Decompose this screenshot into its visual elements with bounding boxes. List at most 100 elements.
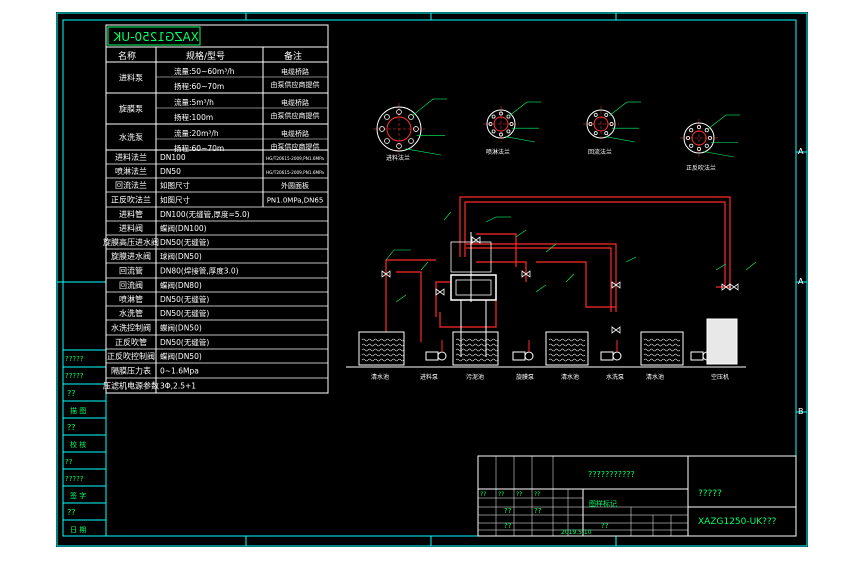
table-cell-spec: DN50(无缝管) — [160, 237, 209, 247]
stamp-text: ????? — [65, 355, 84, 363]
table-cell-spec: 蝶阀(DN100) — [160, 223, 207, 233]
process-diagram — [346, 196, 757, 368]
table-cell-name: 进料泵 — [119, 73, 143, 83]
table-cell-note: 电缆桥路 — [281, 98, 309, 107]
small-mark: ?? — [516, 491, 522, 498]
table-cell-note: 由泵供应商提供 — [271, 80, 320, 89]
valve — [729, 283, 739, 291]
table-cell-spec: 蝶阀(DN80) — [160, 280, 202, 290]
table-cell-spec: 如图尺寸 — [160, 180, 190, 190]
table-cell-name: 水洗泵 — [119, 132, 143, 142]
table-cell-name: 喷淋管 — [119, 294, 143, 304]
small-mark: ?? — [498, 491, 504, 498]
small-mark: ?? — [534, 491, 540, 498]
table-cell-note: HG/T20615-2009,PN1.6MPa — [266, 170, 324, 175]
table-cell-name: 进料阀 — [119, 223, 143, 233]
table-cell-spec: DN100(无缝管,厚度=5.0) — [160, 209, 250, 219]
flange-drawing — [680, 114, 740, 158]
table-header: 名称 — [118, 50, 136, 62]
border-letter: A — [798, 277, 804, 286]
table-cell-spec: DN50(无缝管) — [160, 308, 209, 318]
table-cell-name: 旋膜高压进水阀 — [103, 237, 159, 247]
table-cell-note: HG/T20615-2009,PN1.6MPa — [266, 156, 324, 161]
table-cell-spec: DN100 — [160, 153, 186, 162]
table-cell-note: PN1.0MPa,DN65 — [267, 197, 324, 205]
table-cell-name: 水洗管 — [119, 308, 143, 318]
equipment-label: 水洗泵 — [606, 373, 624, 381]
flange-label: 进料法兰 — [386, 154, 410, 162]
table-cell-name: 隔膜压力表 — [111, 366, 151, 376]
table-header: 规格/型号 — [186, 50, 225, 62]
equipment-label: 清水池 — [646, 373, 664, 381]
flange-drawing — [483, 101, 541, 143]
table-cell-spec: DN50 — [160, 167, 181, 176]
water-tank — [545, 331, 589, 366]
stamp-text: 描 图 — [70, 406, 86, 415]
table-cell-spec: 扬程:60~70m — [174, 81, 224, 91]
table-cell-name: 进料管 — [119, 209, 143, 219]
table-cell-spec: 扬程:100m — [174, 112, 213, 122]
valve — [611, 326, 621, 334]
project-marks: ??????????? — [588, 470, 635, 479]
table-cell-name: 压滤机电源参数 — [103, 381, 159, 391]
flange-label: 喷淋法兰 — [486, 148, 510, 156]
flange-drawing — [373, 98, 447, 156]
stamp-text: ?? — [65, 458, 73, 466]
table-cell-spec: DN50(无缝管) — [160, 337, 209, 347]
stamp-text: ????? — [65, 475, 84, 483]
table-cell-spec: 如图尺寸 — [160, 195, 190, 205]
drawing-code: XAZG1250-UK — [112, 30, 199, 44]
drawing-date: 2019.5.10 — [561, 529, 592, 536]
flange-label: 回流法兰 — [588, 148, 612, 156]
border-letter: B — [798, 407, 804, 416]
stamp-text: ?? — [67, 423, 76, 432]
table-cell-name: 正反吹控制阀 — [107, 351, 155, 361]
stamp-text: 签 字 — [70, 491, 86, 500]
small-mark: ?? — [534, 507, 542, 515]
pump — [600, 340, 622, 361]
drawing-sheet: A A B ????? ????? ?? 描 图 ?? 校 核 ?? ?????… — [56, 12, 808, 547]
small-mark: ?? — [480, 491, 486, 498]
table-cell-name: 进料法兰 — [115, 152, 147, 162]
small-mark: ?? — [504, 507, 512, 515]
table-cell-spec: 3Φ,2.5+1 — [160, 382, 196, 391]
table-header: 备注 — [284, 50, 302, 62]
table-cell-name: 正反吹管 — [115, 337, 147, 347]
flange-label: 正反吹法兰 — [686, 164, 716, 172]
pump — [512, 340, 534, 361]
table-cell-name: 回流阀 — [119, 280, 143, 290]
water-tank — [452, 331, 499, 366]
title-marks: ????? — [698, 489, 722, 499]
water-tank — [358, 331, 405, 366]
table-cell-spec: DN80(焊接管,厚度3.0) — [160, 266, 239, 276]
filter-press — [450, 274, 497, 301]
table-cell-spec: 0~1.6Mpa — [160, 367, 199, 376]
water-tank — [640, 331, 684, 366]
equipment-label: 空压机 — [711, 373, 729, 381]
flange-drawing — [583, 101, 641, 143]
small-mark: ?? — [504, 522, 512, 530]
stamp-text: 日 期 — [70, 526, 86, 534]
table-cell-spec: DN50(无缝管) — [160, 294, 209, 304]
equipment-label: 旋膜泵 — [516, 373, 534, 381]
table-cell-spec: 扬程:60~70m — [174, 143, 224, 153]
equipment-label: 清水池 — [561, 373, 579, 381]
equipment-label: 清水池 — [371, 373, 389, 381]
table-cell-name: 正反吹法兰 — [111, 195, 151, 205]
border-letter: A — [798, 147, 804, 156]
table-cell-spec: 流量:50~60m³/h — [174, 66, 235, 76]
table-cell-name: 回流管 — [119, 266, 143, 276]
table-cell-note: 外圆面板 — [281, 181, 309, 190]
approval-label: 图样标记 — [589, 499, 617, 508]
table-cell-spec: 流量:20m³/h — [174, 128, 219, 138]
stamp-text: 校 核 — [70, 440, 86, 449]
equipment-label: 污泥池 — [466, 373, 484, 381]
pump — [425, 340, 447, 361]
table-cell-name: 回流法兰 — [115, 180, 147, 190]
table-cell-spec: 蝶阀(DN50) — [160, 351, 202, 361]
table-cell-name: 旋膜进水阀 — [111, 251, 151, 261]
valve — [435, 288, 445, 296]
stamp-text: ?? — [67, 508, 76, 517]
table-cell-note: 电缆桥路 — [281, 67, 309, 76]
table-cell-name: 旋膜泵 — [119, 104, 143, 114]
